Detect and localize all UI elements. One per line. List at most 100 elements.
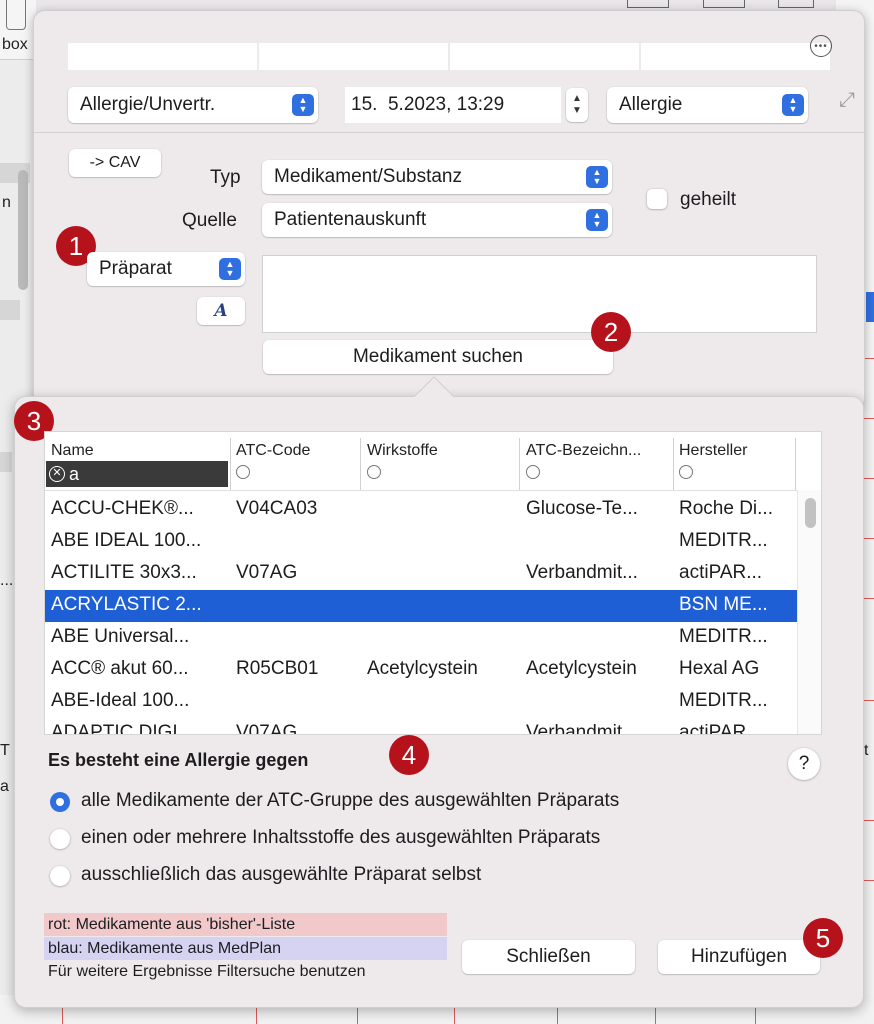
background-toolbar-button xyxy=(6,0,26,30)
background-grid-line xyxy=(864,418,874,419)
background-grid-line xyxy=(454,1008,455,1024)
column-header-atc-code[interactable]: ATC-Code xyxy=(236,442,310,460)
background-letter: n xyxy=(2,194,11,211)
kind-select[interactable]: Allergie ▲ ▼ xyxy=(607,87,808,123)
badge-5: 5 xyxy=(803,918,843,958)
column-header-hersteller[interactable]: Hersteller xyxy=(679,442,747,460)
header-divider xyxy=(45,490,797,491)
name-filter-input[interactable]: ✕ a xyxy=(46,461,228,487)
radio-product-only[interactable] xyxy=(50,866,70,886)
background-grid-line xyxy=(256,1008,257,1024)
name-filter-value: a xyxy=(69,463,80,484)
medication-text-area[interactable] xyxy=(262,255,817,333)
radio-atc-group-label: alle Medikamente der ATC-Gruppe des ausg… xyxy=(81,790,620,811)
header-cells xyxy=(68,43,830,70)
table-row-selected[interactable]: ACRYLASTIC 2... BSN ME... xyxy=(45,590,797,622)
cell-name: ABE-Ideal 100... xyxy=(51,690,190,711)
cell-wirkstoffe: Acetylcystein xyxy=(367,658,478,679)
date-field-value: 15. 5.2023, 13:29 xyxy=(351,94,505,115)
background-grid-line xyxy=(557,1008,558,1024)
cav-button[interactable]: -> CAV xyxy=(69,149,161,177)
search-medication-button[interactable]: Medikament suchen xyxy=(263,340,613,374)
column-separator xyxy=(673,438,674,490)
background-toolbar-icon xyxy=(703,0,745,8)
cell-name: ACTILITE 30x3... xyxy=(51,562,197,583)
table-row[interactable]: ADAPTIC DIGI... V07AG Verbandmit... acti… xyxy=(45,718,797,735)
header-cell xyxy=(68,43,257,70)
quelle-select[interactable]: Patientenauskunft ▲ ▼ xyxy=(262,203,612,237)
background-toolbar-icon xyxy=(627,0,669,8)
font-button[interactable]: A xyxy=(197,297,245,325)
allergy-heading: Es besteht eine Allergie gegen xyxy=(48,750,309,770)
scrollbar-thumb[interactable] xyxy=(805,498,816,528)
table-scrollbar[interactable] xyxy=(797,490,821,734)
cell-name: ADAPTIC DIGI... xyxy=(51,722,194,735)
kind-select-value: Allergie xyxy=(619,94,683,115)
legend-red: rot: Medikamente aus 'bisher'-Liste xyxy=(44,913,447,936)
help-button[interactable]: ? xyxy=(788,748,820,780)
close-button[interactable]: Schließen xyxy=(462,940,635,974)
quelle-select-value: Patientenauskunft xyxy=(274,209,427,230)
background-selection xyxy=(866,292,874,322)
clear-filter-icon[interactable]: ✕ xyxy=(49,466,65,482)
cell-hersteller: actiPAR... xyxy=(679,562,763,583)
cell-hersteller: BSN ME... xyxy=(679,594,768,615)
column-header-wirkstoffe[interactable]: Wirkstoffe xyxy=(367,442,438,460)
table-row[interactable]: ACCU-CHEK®... V04CA03 Glucose-Te... Roch… xyxy=(45,494,797,526)
cell-hersteller: MEDITR... xyxy=(679,690,768,711)
cell-name: ABE Universal... xyxy=(51,626,190,647)
filter-circle-icon[interactable] xyxy=(679,465,693,479)
radio-atc-group[interactable] xyxy=(50,792,70,812)
cell-atc-bezeichnung: Verbandmit... xyxy=(526,722,638,735)
cell-name: ACCU-CHEK®... xyxy=(51,498,194,519)
cell-atc-code: R05CB01 xyxy=(236,658,319,679)
add-button[interactable]: Hinzufügen xyxy=(658,940,820,974)
ellipsis-circle-icon[interactable]: ••• xyxy=(810,35,832,57)
background-grid-line xyxy=(755,1008,756,1024)
date-field[interactable]: 15. 5.2023, 13:29 xyxy=(345,87,561,123)
header-cell xyxy=(450,43,639,70)
column-header-name[interactable]: Name xyxy=(51,442,94,460)
column-separator xyxy=(519,438,520,490)
cell-name: ACRYLASTIC 2... xyxy=(51,594,202,615)
typ-select-value: Medikament/Substanz xyxy=(274,166,462,187)
typ-select[interactable]: Medikament/Substanz ▲ ▼ xyxy=(262,160,612,194)
background-letter: t xyxy=(864,742,869,759)
filter-circle-icon[interactable] xyxy=(367,465,381,479)
chevron-updown-icon: ▲ ▼ xyxy=(586,166,608,188)
table-row[interactable]: ABE-Ideal 100... MEDITR... xyxy=(45,686,797,718)
background-grid-line xyxy=(864,598,874,599)
expand-arrows-icon[interactable]: ⤢ xyxy=(834,88,860,112)
header-cell xyxy=(641,43,830,70)
filter-circle-icon[interactable] xyxy=(236,465,250,479)
cell-atc-bezeichnung: Acetylcystein xyxy=(526,658,637,679)
background-grid-line xyxy=(864,478,874,479)
cell-name: ACC® akut 60... xyxy=(51,658,189,679)
background-grid-line xyxy=(864,700,874,701)
category-select[interactable]: Allergie/Unvertr. ▲ ▼ xyxy=(68,87,318,123)
cell-hersteller: actiPAR... xyxy=(679,722,763,735)
table-row[interactable]: ACTILITE 30x3... V07AG Verbandmit... act… xyxy=(45,558,797,590)
cell-atc-code: V04CA03 xyxy=(236,498,318,519)
table-row[interactable]: ABE IDEAL 100... MEDITR... xyxy=(45,526,797,558)
header-cell xyxy=(259,43,448,70)
table-row[interactable]: ACC® akut 60... R05CB01 Acetylcystein Ac… xyxy=(45,654,797,686)
filter-circle-icon[interactable] xyxy=(526,465,540,479)
background-strip xyxy=(0,300,20,320)
background-calendar-icon xyxy=(778,0,814,8)
column-header-atc-bezeichnung[interactable]: ATC-Bezeichn... xyxy=(526,442,641,460)
radio-ingredients[interactable] xyxy=(50,829,70,849)
badge-4: 4 xyxy=(389,735,429,775)
table-row[interactable]: ABE Universal... MEDITR... xyxy=(45,622,797,654)
cell-atc-bezeichnung: Glucose-Te... xyxy=(526,498,638,519)
geheilt-checkbox[interactable] xyxy=(647,189,667,209)
date-stepper[interactable]: ▲ ▼ xyxy=(566,88,588,122)
radio-product-only-label: ausschließlich das ausgewählte Präparat … xyxy=(81,864,482,885)
cell-name: ABE IDEAL 100... xyxy=(51,530,202,551)
badge-2: 2 xyxy=(591,312,631,352)
geheilt-label: geheilt xyxy=(680,189,736,210)
quelle-label: Quelle xyxy=(182,210,237,231)
background-grid-line xyxy=(864,538,874,539)
background-grid-line xyxy=(864,358,874,359)
praeparat-select[interactable]: Präparat ▲ ▼ xyxy=(87,252,245,286)
